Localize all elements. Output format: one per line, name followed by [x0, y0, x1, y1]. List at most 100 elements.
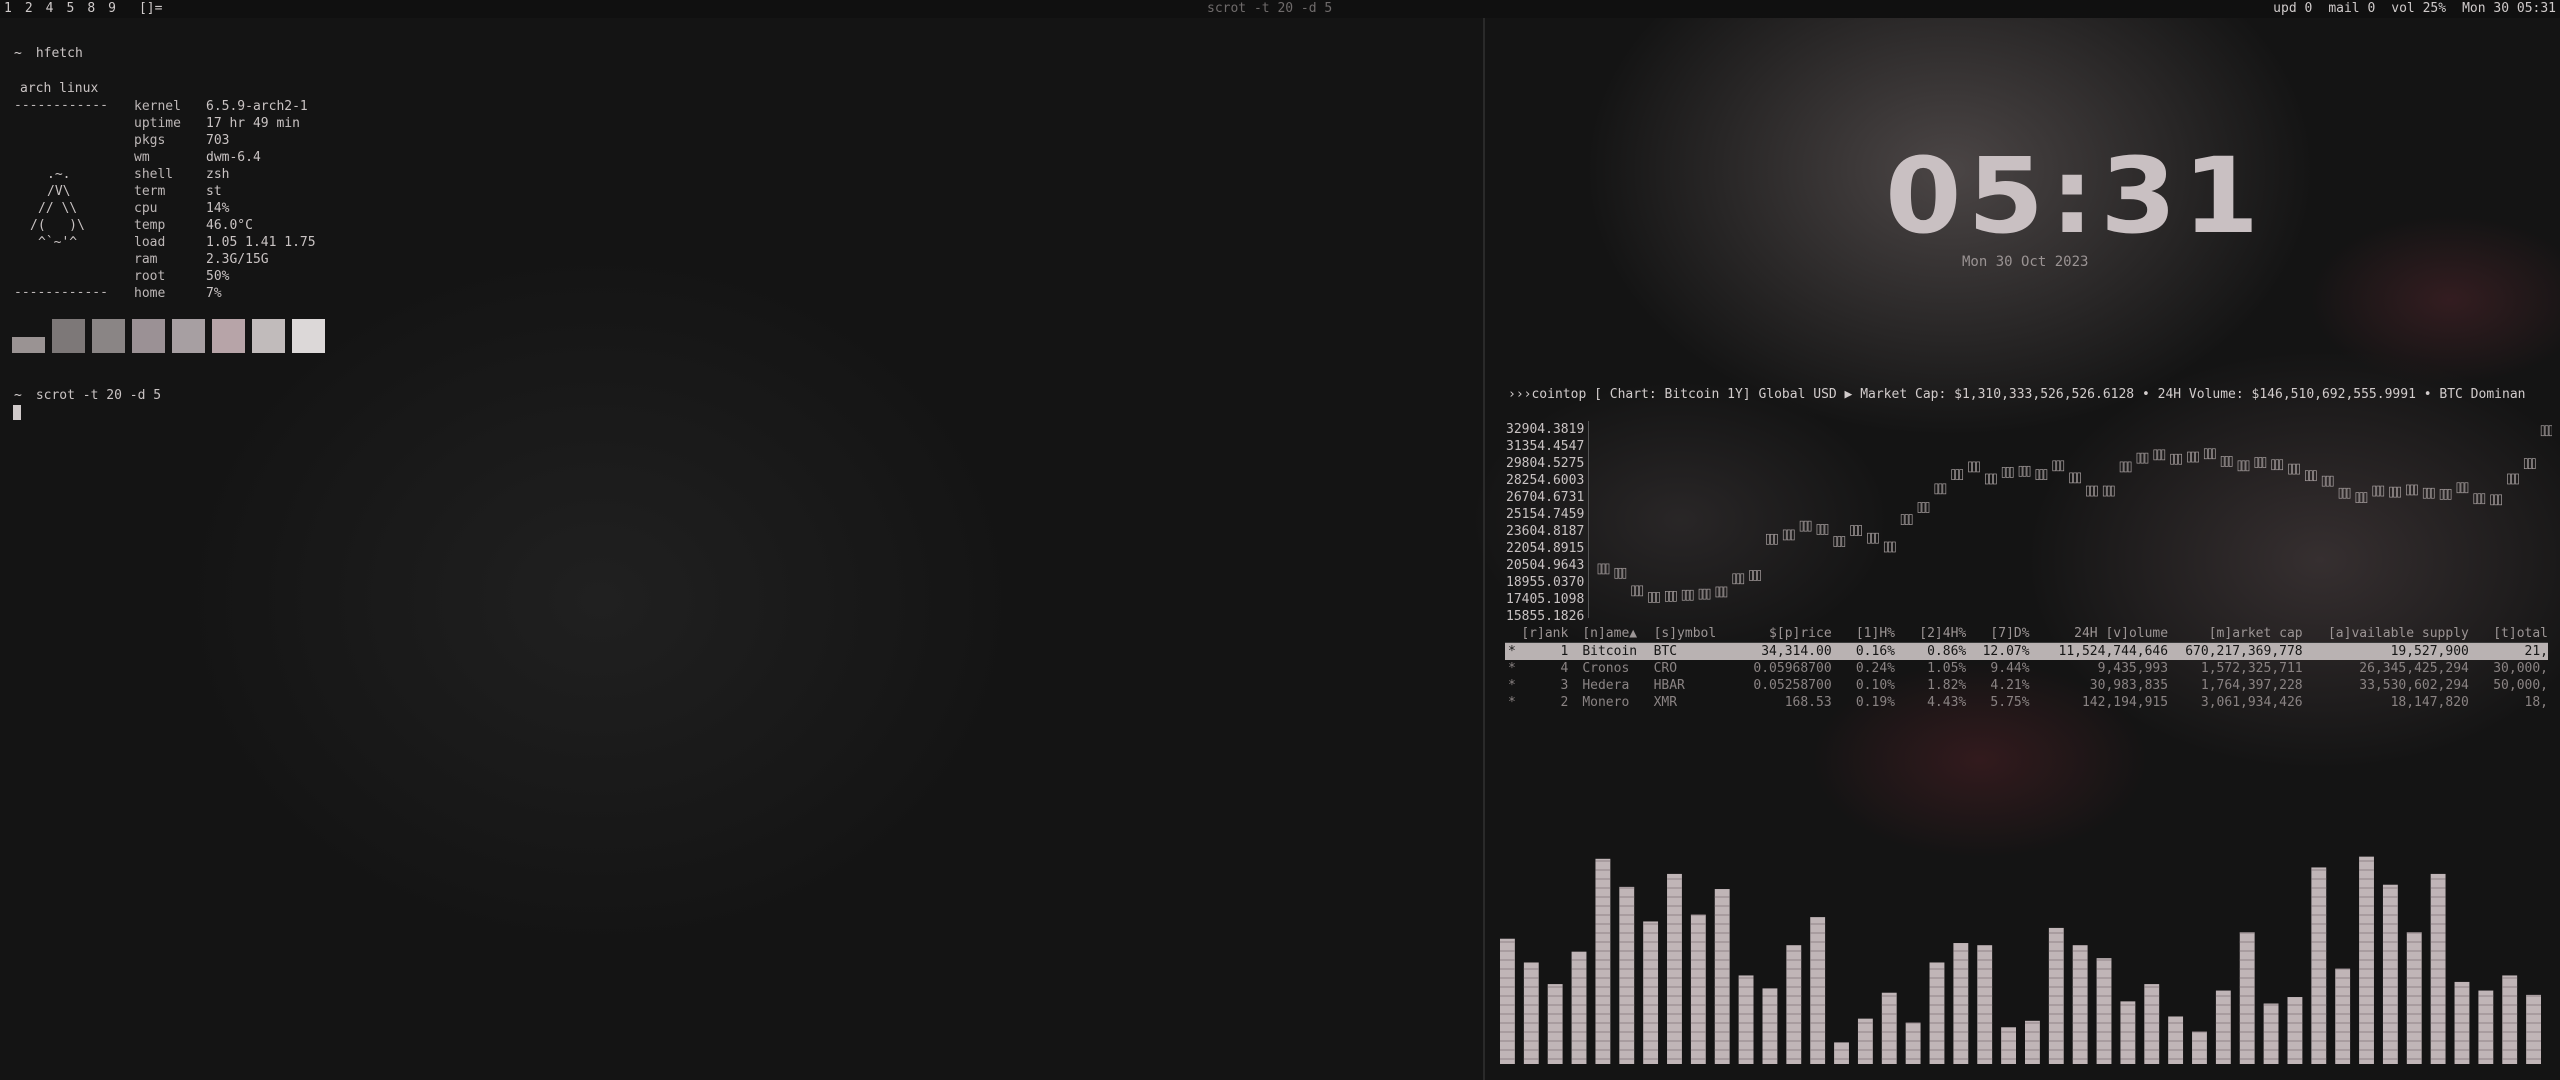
visualizer-bar [2096, 958, 2112, 1064]
layout-indicator[interactable]: []= [139, 0, 162, 18]
visualizer-bar [1929, 962, 1945, 1064]
chart-point [1631, 585, 1644, 597]
col-symbol[interactable]: [s]ymbol [1654, 625, 1723, 642]
prompt-line-1: ~ hfetch [14, 46, 83, 61]
col-market-cap[interactable]: [m]arket cap [2168, 625, 2303, 642]
visualizer-bar [1834, 1042, 1849, 1064]
chart-point [1698, 588, 1711, 600]
info-key: ram [134, 252, 158, 267]
info-key: root [134, 269, 166, 284]
chart-point [2220, 456, 2233, 467]
cell-d7: 5.75% [1990, 695, 2030, 710]
hfetch-separator-top: ------------ [14, 98, 108, 113]
visualizer-bar [1977, 945, 1993, 1064]
cell-total: 18, [2524, 695, 2549, 710]
cell-d7: 12.07% [1982, 644, 2030, 659]
info-value: 1.05 1.41 1.75 [206, 235, 316, 250]
chart-point [1883, 541, 1896, 553]
chart-y-label: 17405.1098 [1506, 592, 1585, 607]
chart-point [1934, 483, 1947, 495]
info-key: home [134, 286, 166, 301]
table-header-row: [r]ank [n]ame▲ [s]ymbol $[p]rice [1]H% [… [1505, 625, 2548, 643]
col-name[interactable]: [n]ame▲ [1582, 625, 1653, 642]
color-swatch [132, 319, 165, 353]
chart-point [2119, 461, 2132, 473]
color-swatch [52, 319, 85, 353]
color-swatches [12, 319, 325, 353]
chart-point [2170, 453, 2182, 465]
info-key: term [134, 184, 166, 199]
col-1h[interactable]: [1]H% [1832, 625, 1895, 642]
col-star [1505, 625, 1519, 642]
col-7d[interactable]: [7]D% [1966, 625, 2029, 642]
info-key: kernel [134, 99, 181, 114]
visualizer-bar [2406, 932, 2422, 1064]
command-text: hfetch [35, 46, 83, 61]
tag-5[interactable]: 5 [66, 0, 74, 18]
tag-1[interactable]: 1 [4, 0, 12, 18]
info-value: zsh [206, 167, 230, 182]
visualizer-bar [1690, 914, 1706, 1064]
info-row: wm dwm-6.4 [134, 149, 261, 166]
chart-y-label: 32904.3819 [1506, 422, 1585, 437]
info-value: 17 hr 49 min [206, 116, 300, 131]
info-row: home 7% [134, 285, 222, 302]
chart-point [2456, 482, 2469, 494]
info-row: cpu 14% [134, 200, 229, 217]
cell-h1: 0.19% [1855, 695, 1895, 710]
col-rank[interactable]: [r]ank [1519, 625, 1582, 642]
cell-total: 21, [2524, 644, 2549, 659]
chart-point [2288, 463, 2300, 475]
color-swatch [292, 319, 325, 353]
visualizer-bar [1905, 1022, 1921, 1064]
col-volume[interactable]: 24H [v]olume [2030, 625, 2168, 642]
tag-4[interactable]: 4 [46, 0, 54, 18]
cell-supply: 33,530,602,294 [2359, 678, 2469, 693]
chart-axis [1588, 421, 1589, 618]
chart-point [2001, 467, 2014, 478]
info-row: temp 46.0°C [134, 217, 253, 234]
chart-y-label: 25154.7459 [1506, 507, 1585, 522]
chart-point [2523, 458, 2536, 469]
chart-y-labels: 32904.3819 31354.4547 29804.5275 28254.6003… [1506, 421, 1584, 625]
table-row[interactable]: * 1 Bitcoin BTC 34,314.00 0.16% 0.86% 12.07% 11,… [1505, 643, 2548, 660]
chart-y-label: 28254.6003 [1506, 473, 1585, 488]
clock-date: Mon 30 Oct 2023 [1962, 254, 2089, 270]
visualizer-bar [2502, 975, 2518, 1064]
chart-y-label: 26704.6731 [1506, 490, 1585, 505]
visualizer-bar [2311, 867, 2327, 1064]
info-value: 46.0°C [206, 218, 253, 233]
cell-h24: 1.82% [1927, 678, 1967, 693]
chart-point [1766, 533, 1778, 545]
tag-8[interactable]: 8 [87, 0, 95, 18]
cell-total: 50,000, [2493, 678, 2549, 693]
tag-9[interactable]: 9 [108, 0, 116, 18]
visualizer-bar [2048, 927, 2064, 1064]
col-price[interactable]: $[p]rice [1723, 625, 1832, 642]
window-divider [1483, 18, 1485, 1080]
visualizer-bar [2001, 1027, 2016, 1064]
logo-line: /( )\ [30, 218, 85, 233]
col-total[interactable]: [t]otal [2469, 625, 2548, 642]
hfetch-host: arch linux [20, 81, 99, 96]
table-row[interactable]: * 4 Cronos CRO 0.05968700 0.24% 1.05% 9.44% 9,43… [1505, 660, 2548, 677]
info-row: uptime 17 hr 49 min [134, 115, 300, 132]
cell-supply: 18,147,820 [2390, 695, 2469, 710]
coin-table[interactable]: [r]ank [n]ame▲ [s]ymbol $[p]rice [1]H% [… [1505, 625, 2548, 711]
tag-2[interactable]: 2 [25, 0, 33, 18]
color-swatch [92, 319, 125, 353]
hfetch-separator-bottom: ------------ [14, 285, 108, 300]
cell-h24: 0.86% [1927, 644, 1967, 659]
table-row[interactable]: * 2 Monero XMR 168.53 0.19% 4.43% 5.75% 142,194,… [1505, 694, 2548, 711]
cell-price: 0.05258700 [1753, 678, 1832, 693]
info-value: 2.3G/15G [206, 252, 269, 267]
volume-status: vol 25% [2391, 1, 2447, 16]
visualizer-bar [1738, 975, 1754, 1064]
table-row[interactable]: * 3 Hedera HBAR 0.05258700 0.10% 1.82% 4.21% 30,… [1505, 677, 2548, 694]
chart-point [2018, 465, 2031, 477]
visualizer-bar [1953, 943, 1969, 1064]
cell-supply: 26,345,425,294 [2359, 661, 2469, 676]
col-supply[interactable]: [a]vailable supply [2303, 625, 2469, 642]
cell-name: Hedera [1582, 678, 1630, 693]
col-24h[interactable]: [2]4H% [1895, 625, 1966, 642]
